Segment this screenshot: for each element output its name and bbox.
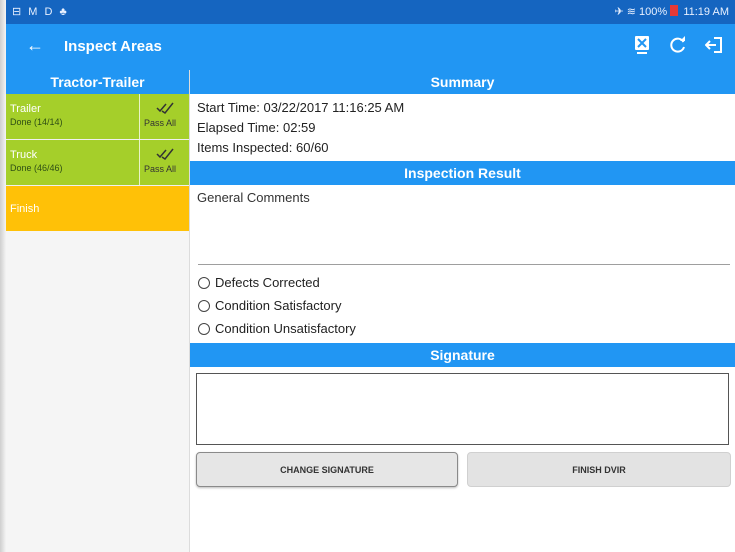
area-name: Truck (10, 149, 38, 161)
radio-circle[interactable] (198, 276, 210, 289)
app-window: ⊟ M D ♣ ✈ ≋ 100% 11:19 AM ← Inspect Area… (0, 0, 735, 552)
radio-condition-satisfactory[interactable]: Condition Satisfactory (198, 298, 341, 313)
pass-all-button[interactable]: Pass All (139, 94, 190, 139)
appbar-actions (631, 32, 725, 58)
area-status: Done (46/46) (10, 163, 63, 173)
radio-circle[interactable] (198, 322, 210, 335)
start-time: Start Time: 03/22/2017 11:16:25 AM (197, 100, 405, 115)
pass-all-label: Pass All (144, 164, 177, 174)
signature-box[interactable] (196, 373, 729, 445)
finish-dvir-button[interactable]: FINISH DVIR (467, 452, 731, 487)
radio-circle[interactable] (198, 299, 210, 312)
main-panel: Summary Start Time: 03/22/2017 11:16:25 … (190, 70, 735, 552)
change-signature-button[interactable]: CHANGE SIGNATURE (196, 452, 458, 487)
back-arrow-icon[interactable]: ← (26, 35, 44, 56)
sidebar-item-trailer[interactable]: Trailer Done (14/14) Pass All (6, 94, 189, 140)
comments-underline (198, 264, 730, 265)
app-bar: ← Inspect Areas (6, 24, 735, 70)
logout-icon[interactable] (703, 32, 725, 58)
pass-all-label: Pass All (144, 118, 177, 128)
area-info[interactable]: Truck Done (46/46) (6, 140, 139, 185)
general-comments-field[interactable]: General Comments (197, 190, 310, 205)
radio-label: Condition Unsatisfactory (215, 321, 356, 336)
status-time: 11:19 AM (683, 6, 729, 18)
sidebar-item-finish[interactable]: Finish (6, 186, 189, 231)
sidebar-header: Tractor-Trailer (6, 70, 189, 94)
battery-icon (670, 5, 679, 16)
elapsed-time: Elapsed Time: 02:59 (197, 120, 316, 135)
status-bar: ⊟ M D ♣ ✈ ≋ 100% 11:19 AM (6, 0, 735, 24)
radio-label: Defects Corrected (215, 275, 320, 290)
radio-defects-corrected[interactable]: Defects Corrected (198, 275, 320, 290)
page-title: Inspect Areas (64, 38, 162, 55)
radio-label: Condition Satisfactory (215, 298, 342, 313)
finish-label: Finish (10, 203, 40, 215)
status-left: ⊟ M D ♣ (12, 6, 69, 18)
area-info[interactable]: Trailer Done (14/14) (6, 94, 139, 139)
items-inspected: Items Inspected: 60/60 (197, 140, 329, 155)
area-status: Done (14/14) (10, 117, 63, 127)
refresh-icon[interactable] (667, 32, 689, 58)
status-indicators: ✈ ≋ 100% (614, 6, 668, 18)
double-check-icon (156, 102, 174, 114)
signature-header: Signature (190, 343, 735, 367)
status-right: ✈ ≋ 100% 11:19 AM (615, 5, 729, 18)
sidebar-item-truck[interactable]: Truck Done (46/46) Pass All (6, 140, 189, 186)
double-check-icon (156, 148, 174, 160)
pass-all-button[interactable]: Pass All (139, 140, 190, 185)
delete-doc-icon[interactable] (631, 32, 653, 58)
inspection-result-header: Inspection Result (190, 161, 735, 185)
area-name: Trailer (10, 103, 41, 115)
radio-condition-unsatisfactory[interactable]: Condition Unsatisfactory (198, 321, 356, 336)
summary-header: Summary (190, 70, 735, 94)
inspection-areas-sidebar: Tractor-Trailer Trailer Done (14/14) Pas… (6, 70, 190, 552)
